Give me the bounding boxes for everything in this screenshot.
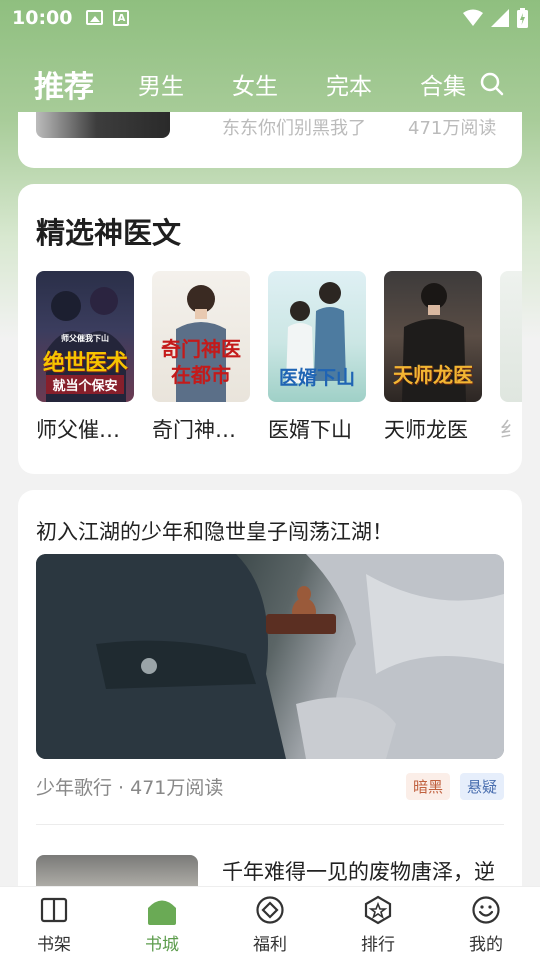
book-item[interactable]: 师父催我下山 绝世医术 就当个保安 师父催… <box>36 271 134 451</box>
nav-label: 书架 <box>37 934 71 955</box>
diamond-icon <box>253 893 287 927</box>
tab-female[interactable]: 女生 <box>232 67 278 101</box>
nav-label: 书城 <box>145 934 179 955</box>
signal-icon <box>491 9 509 27</box>
featured-section-card: 精选神医文 师父催我下山 绝世医术 就当个保安 师父催… 奇门神医 在都市 奇门… <box>18 184 522 474</box>
book-title: 师父催… <box>36 418 120 442</box>
book-cover: 奇门神医 在都市 <box>152 271 250 402</box>
book-cover: 医婿下山 <box>268 271 366 402</box>
tag-dark[interactable]: 暗黑 <box>405 773 450 800</box>
book-title: 医婿下山 <box>268 418 352 442</box>
previous-book-cover <box>36 112 170 138</box>
nav-label: 排行 <box>361 934 395 955</box>
nav-ranking[interactable]: 排行 <box>338 893 418 955</box>
feature-image[interactable] <box>36 554 504 759</box>
nav-profile[interactable]: 我的 <box>446 893 526 955</box>
book-icon <box>37 893 71 927</box>
smile-icon <box>469 893 503 927</box>
battery-icon <box>517 8 528 28</box>
status-time: 10:00 <box>12 7 73 29</box>
cover-text-main: 奇门神医 <box>161 337 241 361</box>
cover-text-top: 师父催我下山 <box>61 334 109 343</box>
book-item-partial[interactable]: 纟 <box>500 271 522 451</box>
feature-book-card[interactable]: 初入江湖的少年和隐世皇子闯荡江湖！ 少年歌行 · 471万阅读 暗黑 悬疑 千年… <box>18 490 522 915</box>
feature-headline: 初入江湖的少年和隐世皇子闯荡江湖！ <box>36 520 393 544</box>
nav-label: 我的 <box>469 934 503 955</box>
tab-male[interactable]: 男生 <box>138 67 184 101</box>
search-icon <box>480 72 504 96</box>
tab-recommended[interactable]: 推荐 <box>34 62 94 106</box>
cover-text-main: 医婿下山 <box>278 367 355 389</box>
feature-meta: 少年歌行 · 471万阅读 <box>36 777 224 799</box>
cover-text-main: 天师龙医 <box>393 363 473 387</box>
book-title: 奇门神… <box>152 418 236 442</box>
book-cover <box>500 271 522 402</box>
top-tab-bar: 推荐 男生 女生 完本 合集 <box>0 56 540 112</box>
nav-label: 福利 <box>253 934 287 955</box>
previous-book-author: 东东你们别黑我了 <box>222 118 366 139</box>
divider <box>36 824 504 825</box>
section-title: 精选神医文 <box>36 216 182 250</box>
home-icon <box>145 893 179 927</box>
book-item[interactable]: 天师龙医 天师龙医 <box>384 271 482 451</box>
cover-text-sub: 在都市 <box>171 363 231 387</box>
tab-completed[interactable]: 完本 <box>326 67 372 101</box>
bottom-navigation: 书架 书城 福利 排行 我的 <box>0 886 540 960</box>
tag-mystery[interactable]: 悬疑 <box>459 773 504 800</box>
cover-text-main: 绝世医术 <box>42 351 128 376</box>
book-title: 纟 <box>500 418 521 442</box>
search-button[interactable] <box>478 70 506 98</box>
nav-rewards[interactable]: 福利 <box>230 893 310 955</box>
nav-bookshelf[interactable]: 书架 <box>14 893 94 955</box>
star-badge-icon <box>361 893 395 927</box>
tag-list: 暗黑 悬疑 <box>405 773 504 800</box>
nav-bookstore[interactable]: 书城 <box>122 893 202 955</box>
status-bar: 10:00 A <box>0 0 540 36</box>
book-item[interactable]: 奇门神医 在都市 奇门神… <box>152 271 250 451</box>
wifi-icon <box>463 9 483 26</box>
book-title: 天师龙医 <box>384 418 468 442</box>
gallery-notification-icon <box>86 10 104 25</box>
previous-book-card[interactable]: 东东你们别黑我了 471万阅读 <box>18 112 522 168</box>
book-carousel[interactable]: 师父催我下山 绝世医术 就当个保安 师父催… 奇门神医 在都市 奇门神… 医婿下… <box>36 271 522 451</box>
cover-text-sub: 就当个保安 <box>46 375 124 394</box>
next-book-description: 千年难得一见的废物唐泽，逆 <box>222 860 495 884</box>
tab-collections[interactable]: 合集 <box>420 67 466 101</box>
book-cover: 天师龙医 <box>384 271 482 402</box>
a-notification-icon: A <box>113 10 130 26</box>
book-cover: 师父催我下山 绝世医术 就当个保安 <box>36 271 134 402</box>
book-item[interactable]: 医婿下山 医婿下山 <box>268 271 366 451</box>
previous-book-reads: 471万阅读 <box>408 118 497 139</box>
